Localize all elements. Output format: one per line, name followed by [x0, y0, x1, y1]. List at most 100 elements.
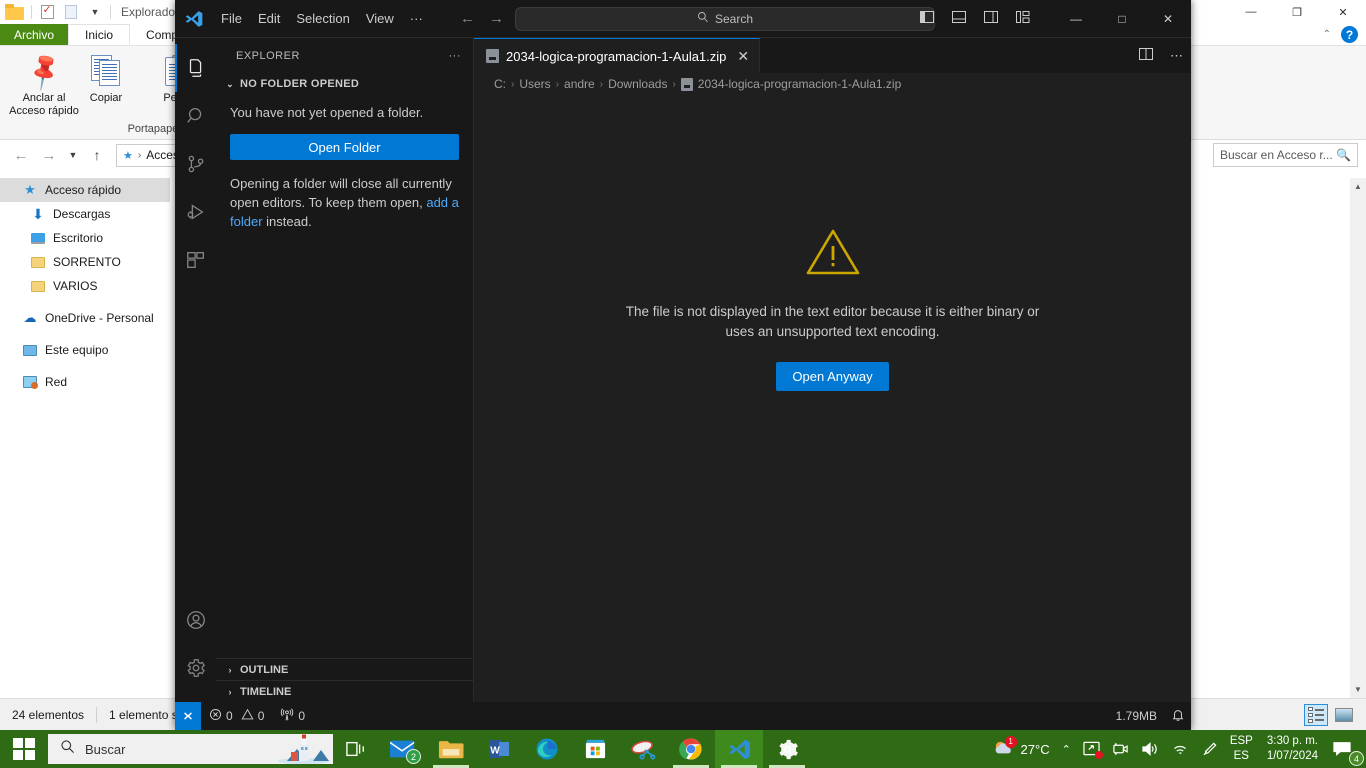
hint-post-text: instead. [262, 214, 312, 229]
go-forward-icon[interactable]: → [489, 10, 504, 27]
close-button[interactable]: ✕ [1320, 0, 1366, 24]
menu-selection[interactable]: Selection [288, 8, 357, 29]
nav-item-este-equipo[interactable]: Este equipo [0, 338, 170, 362]
breadcrumb-item-users[interactable]: Users [519, 77, 550, 91]
volume-icon[interactable] [1135, 730, 1165, 768]
close-icon[interactable]: ✕ [737, 48, 749, 65]
toggle-secondary-sidebar-icon[interactable] [983, 9, 999, 28]
nav-item-acceso-rapido[interactable]: ★ Acceso rápido [0, 178, 170, 202]
screen-share-icon[interactable] [1077, 730, 1106, 768]
taskbar-app-snipping-tool[interactable] [619, 730, 667, 768]
toggle-primary-sidebar-icon[interactable] [919, 9, 935, 28]
chevron-right-icon: › [228, 664, 232, 675]
maximize-button[interactable]: ❐ [1274, 0, 1320, 24]
more-actions-icon[interactable]: ⋯ [1170, 48, 1183, 64]
nav-item-escritorio[interactable]: Escritorio [0, 226, 170, 250]
no-folder-opened-section[interactable]: ⌄ NO FOLDER OPENED [216, 73, 473, 95]
back-button[interactable]: ← [8, 143, 34, 167]
chevron-up-icon[interactable]: ⌃ [1323, 29, 1331, 40]
nav-item-onedrive[interactable]: ☁ OneDrive - Personal [0, 306, 170, 330]
help-icon[interactable]: ? [1341, 26, 1358, 43]
scroll-down-icon[interactable]: ▼ [1350, 681, 1366, 698]
folder-icon [5, 4, 25, 20]
clock[interactable]: 3:30 p. m. 1/07/2024 [1259, 734, 1326, 764]
ribbon-tab-archivo[interactable]: Archivo [0, 24, 69, 45]
notifications-bell-icon[interactable] [1171, 708, 1185, 725]
breadcrumb-item-andre[interactable]: andre [564, 77, 595, 91]
problems-status[interactable]: 0 0 [201, 702, 272, 730]
properties-icon[interactable] [38, 3, 56, 21]
large-icons-view-button[interactable] [1332, 704, 1356, 726]
sidebar-item-extensions[interactable] [175, 236, 216, 284]
weather-widget[interactable]: 1 27°C [986, 730, 1056, 768]
file-size-label[interactable]: 1.79MB [1116, 709, 1157, 723]
show-hidden-icons-button[interactable]: ⌃ [1056, 730, 1077, 768]
customize-layout-icon[interactable] [1015, 9, 1031, 28]
task-view-button[interactable] [333, 730, 379, 768]
no-folder-message: You have not yet opened a folder. [230, 105, 424, 120]
customize-icon[interactable]: ▼ [86, 3, 104, 21]
vscode-body: EXPLORER ··· ⌄ NO FOLDER OPENED You have… [175, 38, 1191, 702]
open-anyway-button[interactable]: Open Anyway [776, 361, 889, 391]
ports-status[interactable]: 0 [272, 702, 313, 730]
nav-item-red[interactable]: Red [0, 370, 170, 394]
taskbar-app-vscode[interactable] [715, 730, 763, 768]
details-view-button[interactable] [1304, 704, 1328, 726]
recent-locations-icon[interactable]: ▼ [64, 143, 82, 167]
new-folder-icon[interactable] [62, 3, 80, 21]
explorer-search-input[interactable]: Buscar en Acceso r... 🔍 [1213, 143, 1358, 167]
taskbar-search-box[interactable]: Buscar [48, 734, 333, 764]
timeline-section[interactable]: › TIMELINE [216, 680, 473, 702]
search-icon: 🔍 [1336, 148, 1351, 162]
taskbar-app-file-explorer[interactable] [427, 730, 475, 768]
editor-tab[interactable]: 2034-logica-programacion-1-Aula1.zip ✕ [474, 38, 761, 73]
sidebar-item-source-control[interactable] [175, 140, 216, 188]
maximize-button[interactable]: □ [1099, 0, 1145, 38]
nav-item-varios[interactable]: VARIOS [0, 274, 170, 298]
nav-item-descargas[interactable]: ⬇ Descargas [0, 202, 170, 226]
sidebar-more-actions-icon[interactable]: ··· [449, 50, 462, 62]
language-indicator[interactable]: ESP ES [1224, 734, 1259, 764]
chevron-right-icon: › [672, 78, 676, 90]
start-button[interactable] [0, 730, 48, 768]
breadcrumb-item-drive[interactable]: C: [494, 77, 506, 91]
remote-window-icon[interactable] [175, 702, 201, 730]
forward-button[interactable]: → [36, 143, 62, 167]
taskbar-app-microsoft-store[interactable] [571, 730, 619, 768]
menu-edit[interactable]: Edit [250, 8, 288, 29]
taskbar-app-mail[interactable]: 2 [379, 730, 427, 768]
taskbar-app-word[interactable]: W [475, 730, 523, 768]
minimize-button[interactable]: — [1053, 0, 1099, 38]
breadcrumb-item-file[interactable]: 2034-logica-programacion-1-Aula1.zip [698, 77, 901, 91]
sidebar-item-search[interactable] [175, 92, 216, 140]
close-button[interactable]: ✕ [1145, 0, 1191, 38]
copy-button[interactable]: Copiar [70, 52, 142, 105]
ribbon-tab-inicio[interactable]: Inicio [68, 24, 131, 45]
open-folder-button[interactable]: Open Folder [230, 134, 459, 160]
minimize-button[interactable]: — [1228, 0, 1274, 24]
toggle-panel-icon[interactable] [951, 9, 967, 28]
breadcrumb-item-downloads[interactable]: Downloads [608, 77, 667, 91]
sidebar-item-explorer[interactable] [175, 44, 216, 92]
wifi-icon[interactable] [1165, 730, 1195, 768]
command-center-search[interactable]: Search [515, 6, 935, 31]
camera-icon[interactable] [1106, 730, 1135, 768]
go-back-icon[interactable]: ← [460, 10, 475, 27]
taskbar-app-chrome[interactable] [667, 730, 715, 768]
sidebar-item-accounts[interactable] [175, 596, 216, 644]
menu-more[interactable]: ··· [402, 8, 431, 29]
notifications-button[interactable]: 4 [1326, 730, 1366, 768]
menu-view[interactable]: View [358, 8, 402, 29]
up-button[interactable]: ↑ [84, 143, 110, 167]
split-editor-icon[interactable] [1138, 46, 1154, 65]
outline-section[interactable]: › OUTLINE [216, 658, 473, 680]
sidebar-item-manage[interactable] [175, 644, 216, 692]
nav-item-sorrento[interactable]: SORRENTO [0, 250, 170, 274]
taskbar-app-settings[interactable] [763, 730, 811, 768]
scroll-up-icon[interactable]: ▲ [1350, 178, 1366, 195]
pen-icon[interactable] [1195, 730, 1224, 768]
sidebar-item-run-and-debug[interactable] [175, 188, 216, 236]
menu-file[interactable]: File [213, 8, 250, 29]
taskbar-app-edge[interactable] [523, 730, 571, 768]
explorer-scrollbar[interactable]: ▲ ▼ [1350, 178, 1366, 698]
